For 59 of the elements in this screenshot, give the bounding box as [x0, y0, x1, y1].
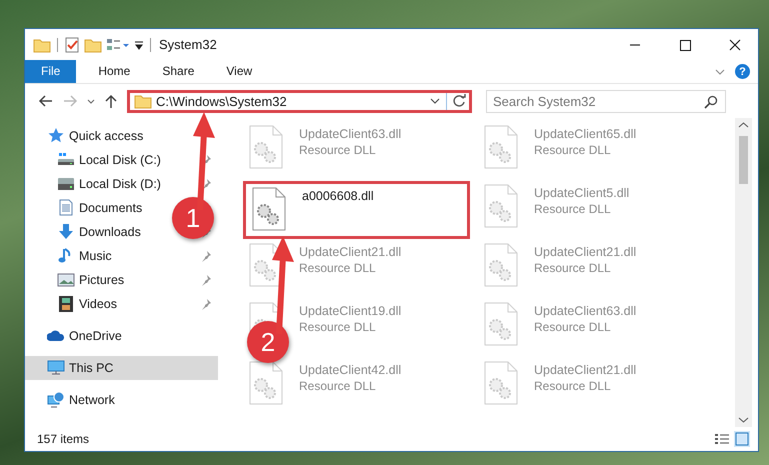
search-icon [703, 94, 719, 110]
search-field[interactable]: Search System32 [486, 90, 726, 112]
monitor-icon [47, 359, 65, 377]
nav-item[interactable]: Videos [57, 292, 121, 316]
nav-item[interactable]: Music [57, 244, 116, 268]
checklist-icon[interactable] [64, 36, 80, 52]
gear-file-icon [484, 302, 518, 346]
file-type: Resource DLL [299, 143, 377, 157]
document-icon [57, 199, 75, 217]
star-icon [47, 127, 65, 145]
file-item[interactable]: a0006608.dll [243, 181, 470, 239]
file-type: Resource DLL [534, 261, 612, 275]
ribbon-tab[interactable]: Home [82, 60, 146, 83]
view-list-icon[interactable] [106, 36, 130, 52]
nav-item[interactable]: Downloads [57, 220, 145, 244]
gear-file-icon [249, 125, 283, 169]
gear-file-icon [252, 187, 286, 231]
address-field[interactable]: C:\Windows\System32 [127, 90, 472, 112]
details-view-icon[interactable] [714, 431, 730, 447]
file-menu-tab[interactable]: File [25, 60, 76, 83]
nav-item[interactable]: Quick access [25, 124, 148, 148]
help-button[interactable]: ? [735, 64, 750, 79]
back-arrow-icon[interactable] [37, 93, 55, 109]
nav-item[interactable]: Local Disk (D:) [57, 172, 165, 196]
scrollbar[interactable] [735, 118, 752, 427]
file-type: Resource DLL [534, 379, 612, 393]
scrollbar-thumb[interactable] [739, 136, 748, 184]
gear-file-icon [484, 243, 518, 287]
window-title: System32 [159, 37, 217, 52]
nav-item[interactable]: Documents [57, 196, 146, 220]
picture-icon [57, 271, 75, 289]
ribbon-tab[interactable]: View [210, 60, 268, 83]
refresh-icon[interactable] [451, 93, 467, 109]
folder-icon [134, 93, 152, 109]
up-arrow-icon[interactable] [103, 93, 119, 109]
file-type: Resource DLL [534, 320, 612, 334]
nav-item[interactable]: This PC [25, 356, 218, 380]
film-icon [57, 295, 75, 313]
file-type: Resource DLL [534, 143, 612, 157]
large-icons-view-icon[interactable] [734, 431, 750, 447]
nav-item[interactable]: Pictures [57, 268, 128, 292]
nav-item[interactable]: OneDrive [25, 324, 126, 348]
down-arrow-icon [57, 223, 75, 241]
nav-item[interactable]: Local Disk (C:) [57, 148, 165, 172]
item-count: 157 items [37, 432, 90, 446]
file-type: Resource DLL [299, 261, 377, 275]
gear-file-icon [484, 184, 518, 228]
file-type: Resource DLL [534, 202, 612, 216]
file-type: Resource DLL [299, 320, 377, 334]
gear-file-icon [484, 125, 518, 169]
nav-item[interactable]: Network [25, 388, 119, 412]
folder-icon [33, 36, 51, 52]
gear-file-icon [249, 361, 283, 405]
drive-icon [57, 175, 75, 193]
file-type: Resource DLL [299, 379, 377, 393]
network-icon [47, 391, 65, 409]
file-name[interactable]: a0006608.dll [302, 189, 374, 203]
gear-file-icon [484, 361, 518, 405]
ribbon-tab[interactable]: Share [146, 60, 210, 83]
